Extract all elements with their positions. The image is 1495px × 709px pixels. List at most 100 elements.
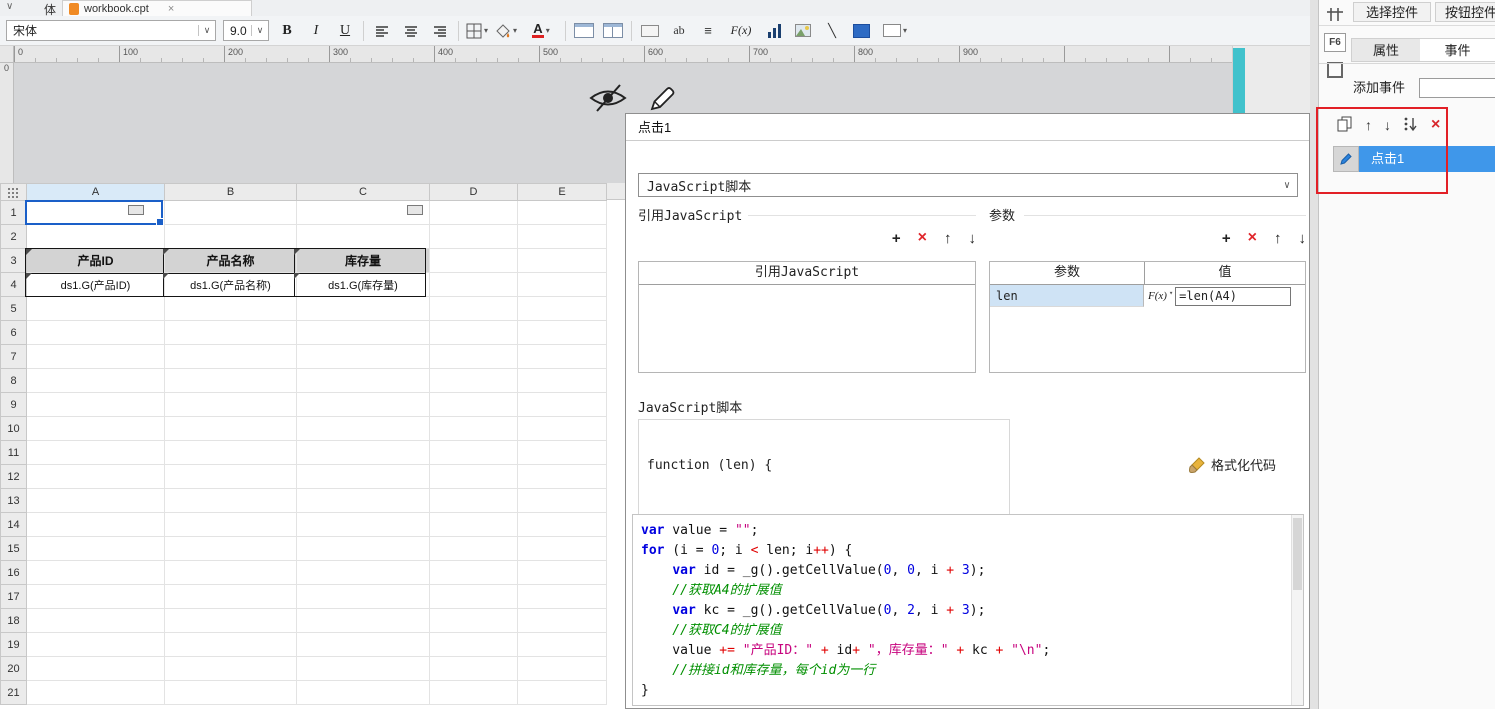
- cell-E14[interactable]: [518, 513, 607, 537]
- editor-scrollbar-thumb[interactable]: [1293, 518, 1302, 590]
- cell-D14[interactable]: [430, 513, 518, 537]
- cell-C4[interactable]: ds1.G(库存量): [297, 273, 430, 297]
- cell-D20[interactable]: [430, 657, 518, 681]
- rect-widget-icon[interactable]: [1323, 58, 1347, 82]
- cell-D6[interactable]: [430, 321, 518, 345]
- move-down-button[interactable]: ↓: [969, 230, 977, 247]
- cell-B12[interactable]: [165, 465, 297, 489]
- row-header-3[interactable]: 3: [1, 249, 27, 273]
- label-widget-button[interactable]: ab: [668, 20, 690, 42]
- tab-properties[interactable]: 属性: [1351, 38, 1421, 62]
- cell-C9[interactable]: [297, 393, 430, 417]
- row-header-21[interactable]: 21: [1, 681, 27, 705]
- reorder-events-button[interactable]: [1403, 116, 1417, 135]
- row-header-20[interactable]: 20: [1, 657, 27, 681]
- cell-E18[interactable]: [518, 609, 607, 633]
- cell-B16[interactable]: [165, 561, 297, 585]
- cell-E5[interactable]: [518, 297, 607, 321]
- row-header-17[interactable]: 17: [1, 585, 27, 609]
- cell-B2[interactable]: [165, 225, 297, 249]
- cell-B5[interactable]: [165, 297, 297, 321]
- row-header-11[interactable]: 11: [1, 441, 27, 465]
- cell-E2[interactable]: [518, 225, 607, 249]
- cell-A5[interactable]: [27, 297, 165, 321]
- fx-icon[interactable]: F(x): [1148, 285, 1167, 307]
- cell-A10[interactable]: [27, 417, 165, 441]
- cell-A12[interactable]: [27, 465, 165, 489]
- cell-C2[interactable]: [297, 225, 430, 249]
- column-header-D[interactable]: D: [430, 184, 518, 201]
- cell-D1[interactable]: [430, 201, 518, 225]
- add-button[interactable]: +: [1222, 230, 1231, 247]
- italic-button[interactable]: I: [305, 20, 327, 42]
- cell-B10[interactable]: [165, 417, 297, 441]
- code-editor[interactable]: var value = "";for (i = 0; i < len; i++)…: [632, 514, 1304, 706]
- close-icon[interactable]: ×: [168, 3, 174, 15]
- row-header-5[interactable]: 5: [1, 297, 27, 321]
- caret-down-icon[interactable]: ▾: [903, 26, 907, 35]
- row-header-16[interactable]: 16: [1, 561, 27, 585]
- cell-C14[interactable]: [297, 513, 430, 537]
- cell-B6[interactable]: [165, 321, 297, 345]
- cell-A15[interactable]: [27, 537, 165, 561]
- remove-button[interactable]: ×: [918, 229, 927, 247]
- cell-D18[interactable]: [430, 609, 518, 633]
- chart-button[interactable]: [763, 20, 785, 42]
- caret-down-icon[interactable]: ▾: [546, 26, 550, 35]
- row-header-8[interactable]: 8: [1, 369, 27, 393]
- add-button[interactable]: +: [892, 230, 901, 247]
- cell-D5[interactable]: [430, 297, 518, 321]
- cell-D17[interactable]: [430, 585, 518, 609]
- bold-button[interactable]: B: [276, 20, 298, 42]
- row-header-12[interactable]: 12: [1, 465, 27, 489]
- merge-cells-button[interactable]: [573, 20, 595, 42]
- cell-A19[interactable]: [27, 633, 165, 657]
- cell-D7[interactable]: [430, 345, 518, 369]
- cell-C5[interactable]: [297, 297, 430, 321]
- cell-B17[interactable]: [165, 585, 297, 609]
- cell-A18[interactable]: [27, 609, 165, 633]
- row-header-4[interactable]: 4: [1, 273, 27, 297]
- delete-event-button[interactable]: ×: [1431, 116, 1440, 134]
- cell-D4[interactable]: [430, 273, 518, 297]
- cell-A8[interactable]: [27, 369, 165, 393]
- font-family-select[interactable]: 宋体 ∨: [6, 20, 216, 41]
- cell-D8[interactable]: [430, 369, 518, 393]
- cell-C18[interactable]: [297, 609, 430, 633]
- cell-E8[interactable]: [518, 369, 607, 393]
- table-widget-icon[interactable]: [1323, 2, 1347, 26]
- cell-C21[interactable]: [297, 681, 430, 705]
- cell-E11[interactable]: [518, 441, 607, 465]
- row-header-13[interactable]: 13: [1, 489, 27, 513]
- f6-widget-icon[interactable]: F6: [1323, 30, 1347, 54]
- cell-A14[interactable]: [27, 513, 165, 537]
- cell-E16[interactable]: [518, 561, 607, 585]
- cell-E20[interactable]: [518, 657, 607, 681]
- cell-B3[interactable]: 产品名称: [165, 249, 297, 273]
- cell-C7[interactable]: [297, 345, 430, 369]
- cell-A4[interactable]: ds1.G(产品ID): [27, 273, 165, 297]
- move-down-button[interactable]: ↓: [1299, 230, 1307, 247]
- cell-E4[interactable]: [518, 273, 607, 297]
- tab-button-widget[interactable]: 按钮控件: [1435, 2, 1495, 22]
- cell-C12[interactable]: [297, 465, 430, 489]
- cell-C13[interactable]: [297, 489, 430, 513]
- column-header-C[interactable]: C: [297, 184, 430, 201]
- cell-E1[interactable]: [518, 201, 607, 225]
- tab-events[interactable]: 事件: [1420, 38, 1495, 62]
- cell-B19[interactable]: [165, 633, 297, 657]
- row-header-15[interactable]: 15: [1, 537, 27, 561]
- cell-E10[interactable]: [518, 417, 607, 441]
- cell-B1[interactable]: [165, 201, 297, 225]
- cell-C8[interactable]: [297, 369, 430, 393]
- text-widget-button[interactable]: [639, 20, 661, 42]
- widget-in-a1[interactable]: [128, 205, 144, 215]
- cell-A13[interactable]: [27, 489, 165, 513]
- caret-down-icon[interactable]: ▾: [484, 26, 488, 35]
- cell-D9[interactable]: [430, 393, 518, 417]
- cell-B11[interactable]: [165, 441, 297, 465]
- tab-select-widget[interactable]: 选择控件: [1353, 2, 1431, 22]
- row-header-19[interactable]: 19: [1, 633, 27, 657]
- reference-table[interactable]: 引用JavaScript: [638, 261, 976, 373]
- cell-B14[interactable]: [165, 513, 297, 537]
